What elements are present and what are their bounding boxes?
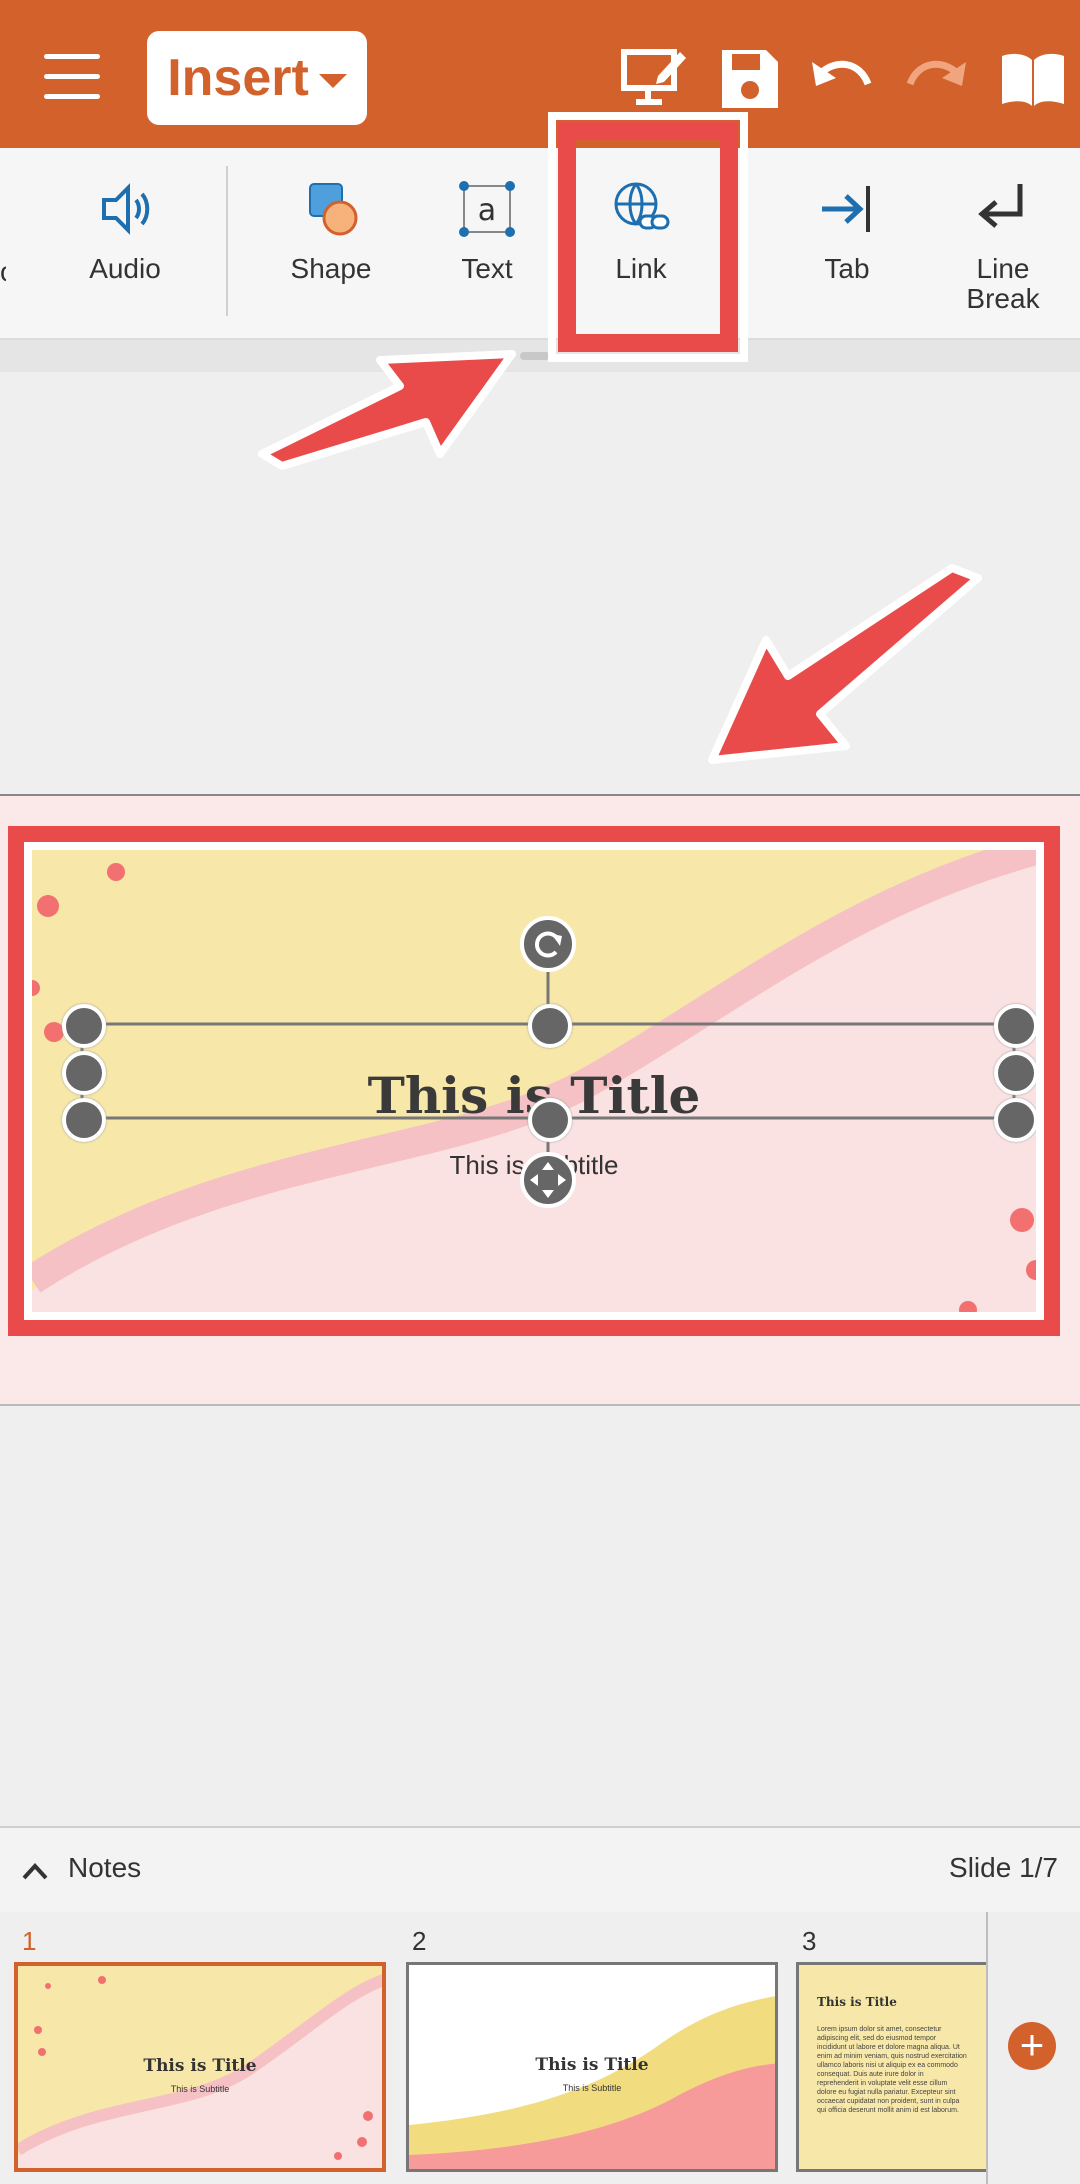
- redo-icon[interactable]: [902, 44, 972, 114]
- thumbnail-number: 2: [412, 1926, 427, 1956]
- resize-handle-left[interactable]: [62, 1051, 106, 1095]
- thumbnail-subtitle: This is Subtitle: [562, 2083, 622, 2093]
- rotate-handle-icon[interactable]: [518, 914, 578, 974]
- thumbnail-title: This is Title: [143, 2056, 257, 2076]
- tab-arrow-icon: [822, 186, 870, 232]
- pointer-arrow-to-link: [258, 350, 516, 470]
- ribbon-cut-item: o: [0, 256, 6, 288]
- ribbon-line-break-label: Line Break: [966, 253, 1040, 314]
- thumbnail-slide-1[interactable]: This is Title This is Subtitle: [14, 1962, 386, 2172]
- pointer-arrow-to-slide: [708, 564, 982, 764]
- current-slide[interactable]: This is Title This is Subtitle: [8, 826, 1060, 1336]
- audio-icon: [102, 183, 150, 235]
- notes-bar[interactable]: Notes Slide 1/7: [0, 1826, 1080, 1916]
- resize-handle-right[interactable]: [994, 1051, 1036, 1095]
- ribbon-shape-label: Shape: [290, 253, 372, 284]
- notes-label[interactable]: Notes: [68, 1852, 141, 1884]
- thumbnail-slide-2[interactable]: This is Title This is Subtitle: [406, 1962, 778, 2172]
- resize-handle-top-right[interactable]: [994, 1004, 1036, 1048]
- ribbon-tab-label: Tab: [824, 253, 870, 284]
- ribbon-shape-button[interactable]: Shape: [270, 148, 392, 338]
- add-slide-button[interactable]: +: [1008, 2022, 1056, 2070]
- slide-content: This is Title This is Subtitle: [32, 850, 1036, 1312]
- ribbon-audio-button[interactable]: Audio: [64, 148, 186, 338]
- ribbon-scroll-indicator: [0, 340, 1080, 372]
- ribbon-divider: [226, 166, 228, 316]
- text-box-icon: a: [459, 181, 515, 237]
- thumbnail-slide-3[interactable]: This is Title Lorem ipsum dolor sit amet…: [796, 1962, 986, 2172]
- app-toolbar: Insert: [0, 0, 1080, 148]
- read-mode-book-icon[interactable]: [998, 44, 1068, 114]
- insert-menu-button[interactable]: Insert: [147, 31, 367, 125]
- ribbon-audio-label: Audio: [89, 253, 161, 284]
- undo-icon[interactable]: [806, 44, 876, 114]
- resize-handle-bottom-right[interactable]: [994, 1098, 1036, 1142]
- link-highlight-outline: [548, 112, 748, 362]
- ribbon-text-label: Text: [461, 253, 513, 284]
- insert-menu-label: Insert: [167, 49, 309, 107]
- thumbnail-title: This is Title: [817, 1995, 897, 2009]
- ribbon-text-button[interactable]: a Text: [426, 148, 548, 338]
- move-handle-icon[interactable]: [518, 1150, 578, 1210]
- thumbnail-body: Lorem ipsum dolor sit amet, consectetur …: [817, 2026, 967, 2114]
- edit-screen-icon[interactable]: [618, 44, 688, 114]
- chevron-up-icon[interactable]: [20, 1856, 50, 1886]
- thumbnail-number: 1: [22, 1926, 37, 1956]
- thumbnail-number: 3: [802, 1926, 817, 1956]
- menu-icon[interactable]: [44, 54, 100, 102]
- shape-icon: [309, 183, 358, 236]
- insert-ribbon: o Audio Shape a Text Link: [0, 148, 1080, 340]
- ribbon-tab-button[interactable]: Tab: [786, 148, 908, 338]
- save-icon[interactable]: [714, 44, 784, 114]
- svg-text:a: a: [478, 193, 496, 228]
- resize-handle-top-left[interactable]: [62, 1004, 106, 1048]
- ribbon-line-break-button[interactable]: Line Break: [942, 148, 1064, 338]
- thumbnail-subtitle: This is Subtitle: [170, 2084, 230, 2094]
- resize-handle-bottom-left[interactable]: [62, 1098, 106, 1142]
- chevron-down-icon: [318, 74, 347, 88]
- resize-handle-bottom[interactable]: [528, 1098, 572, 1142]
- thumbnail-title: This is Title: [535, 2055, 649, 2075]
- resize-handle-top[interactable]: [528, 1004, 572, 1048]
- line-break-icon: [978, 184, 1023, 228]
- slide-thumbnails: 1 This is Title This is Subtitle 2 This …: [0, 1912, 1080, 2184]
- slide-counter: Slide 1/7: [949, 1852, 1058, 1883]
